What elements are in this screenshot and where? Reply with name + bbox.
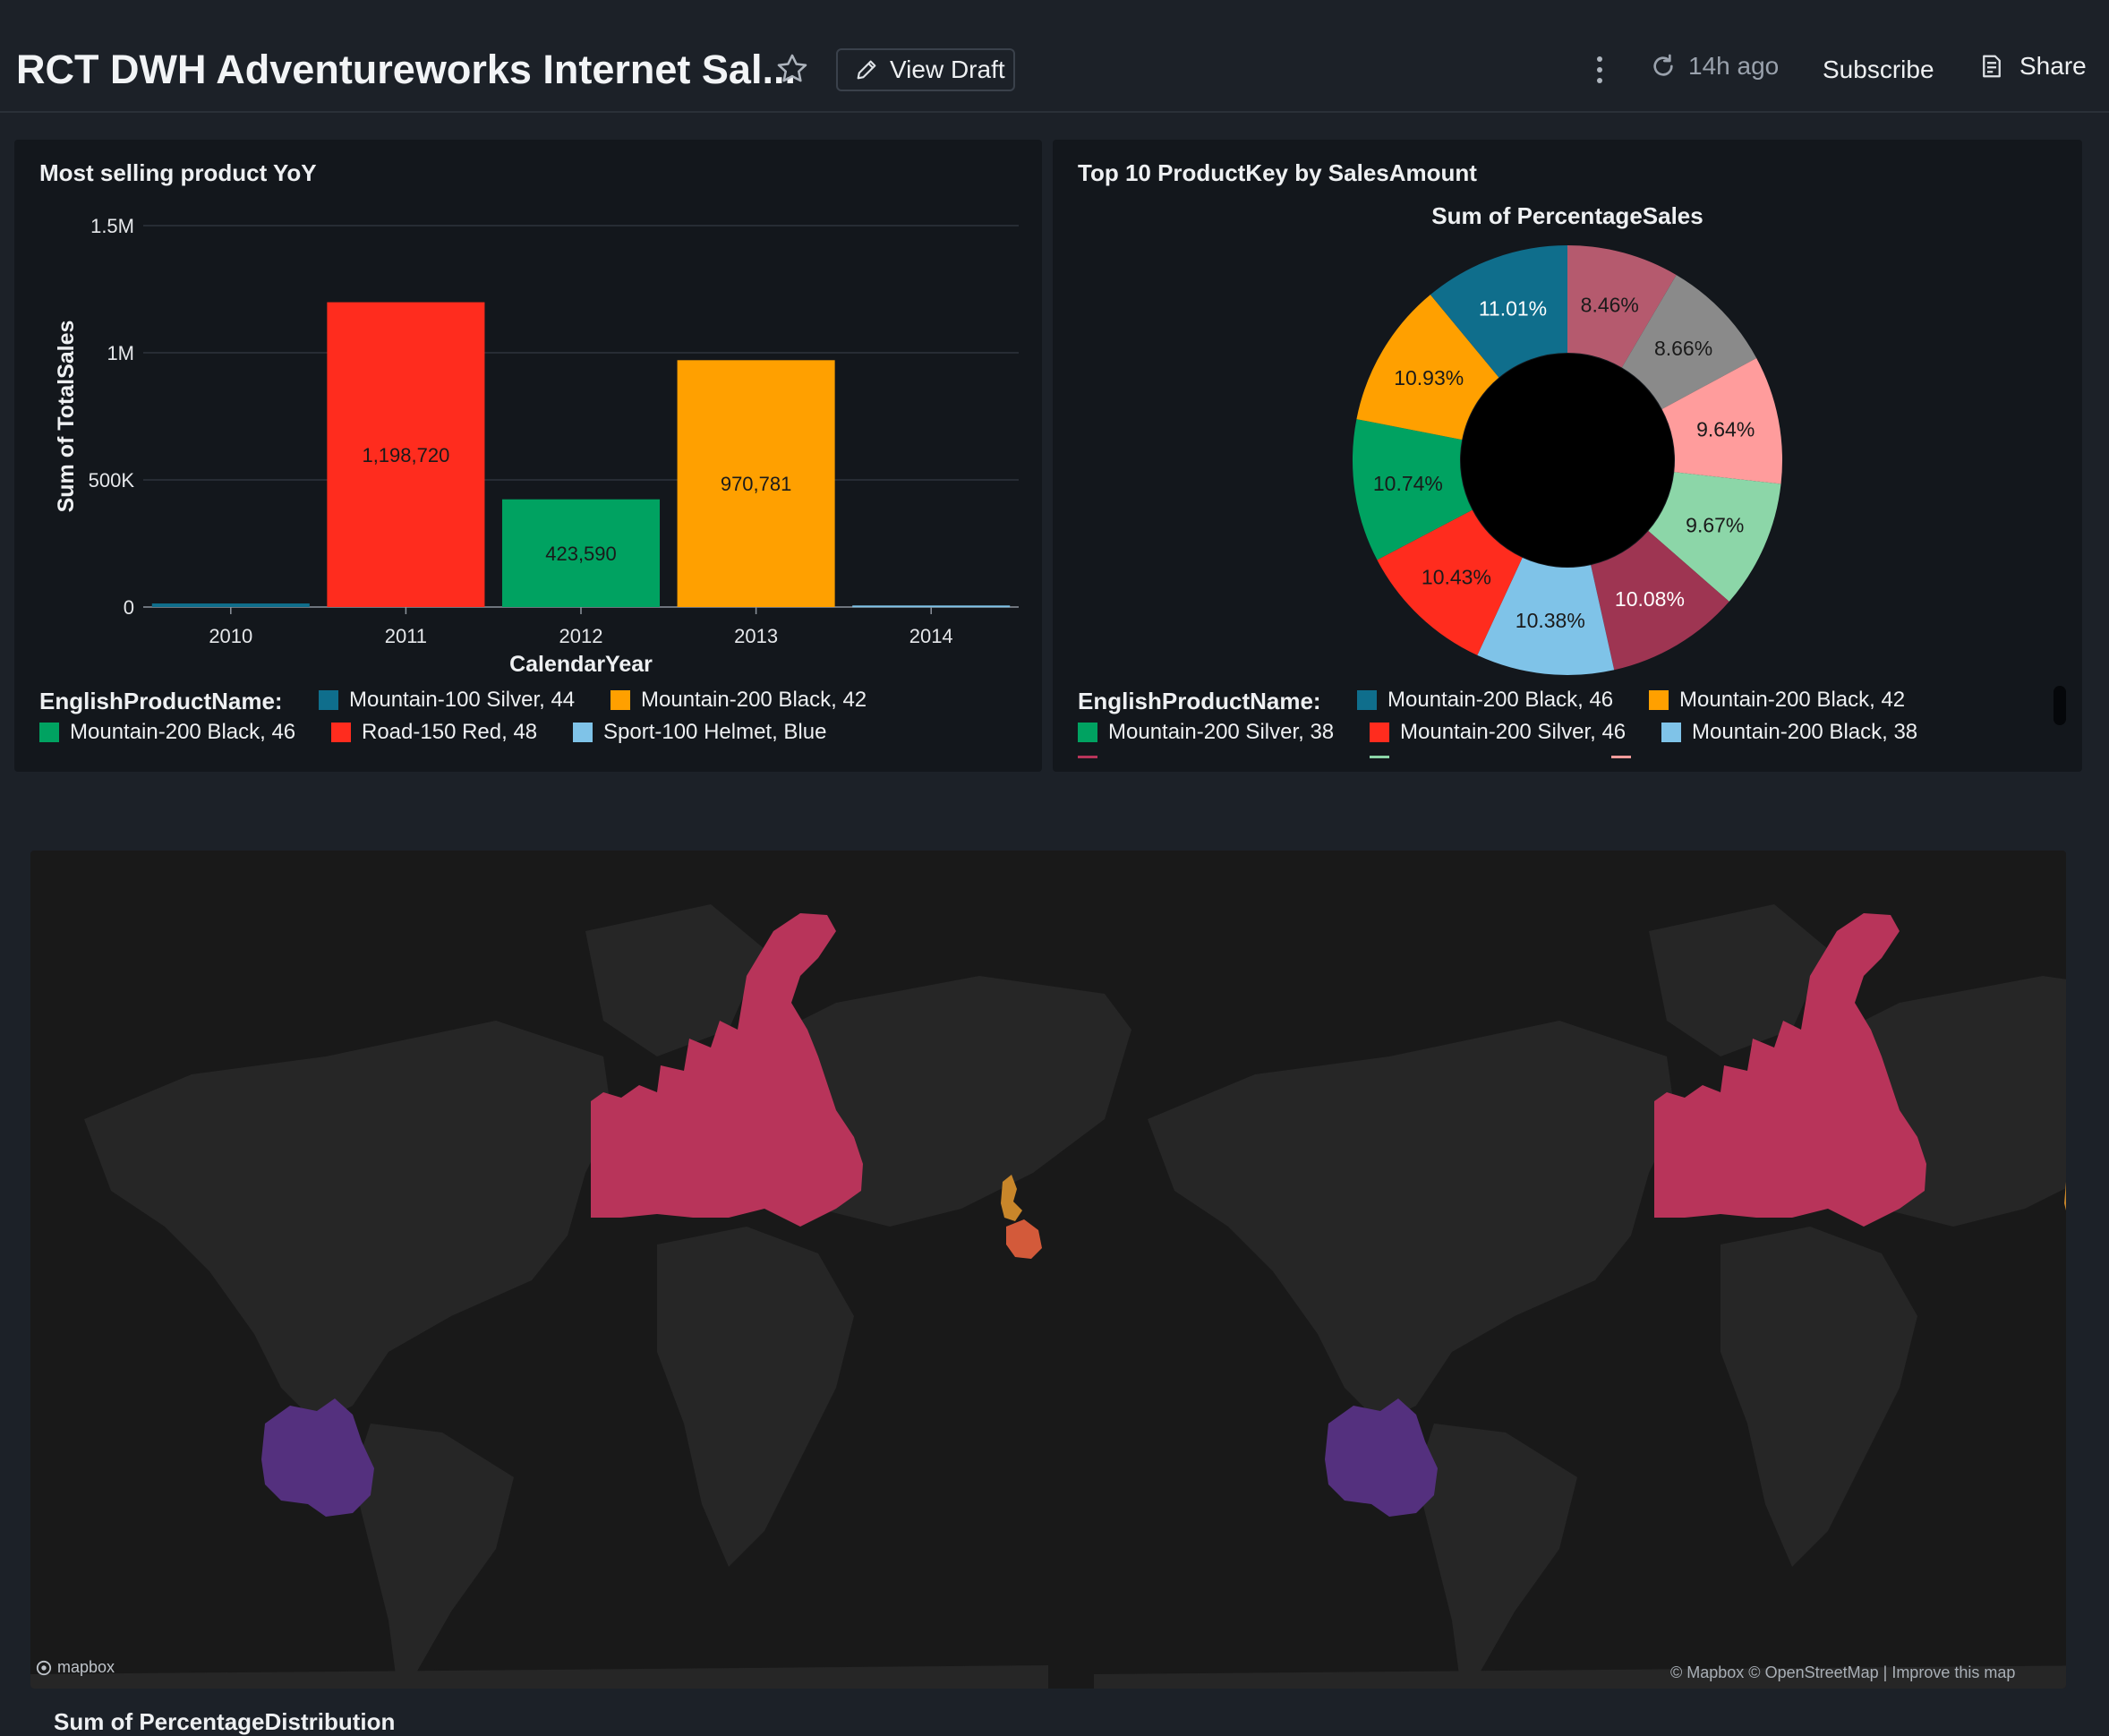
mapbox-icon — [36, 1660, 52, 1675]
view-draft-button[interactable]: View Draft — [836, 48, 1015, 91]
legend-item[interactable]: Road-150 Red, 48 — [331, 720, 537, 745]
pencil-icon — [857, 60, 876, 80]
legend-item[interactable]: Mountain-200 Black, 42 — [610, 688, 867, 713]
share-button[interactable]: Share — [1978, 52, 2087, 81]
legend-swatch — [1649, 690, 1669, 710]
last-refreshed-text: 14h ago — [1688, 52, 1780, 80]
legend-item-label: Mountain-200 Black, 46 — [70, 720, 296, 744]
subscribe-button[interactable]: Subscribe — [1823, 56, 1934, 84]
mapbox-logo-text: mapbox — [57, 1658, 115, 1676]
legend-swatch — [39, 723, 59, 742]
legend-swatch — [1078, 723, 1097, 742]
legend-item[interactable]: Mountain-200 Silver, 38 — [1078, 720, 1334, 745]
legend-swatch — [1370, 723, 1389, 742]
legend-item[interactable]: Mountain-200 Silver, 46 — [1370, 720, 1626, 745]
world-map[interactable] — [30, 851, 2066, 1689]
land-south-america — [353, 1424, 514, 1689]
legend-scrollbar[interactable] — [2054, 686, 2066, 725]
favorite-star-icon[interactable] — [775, 52, 809, 86]
legend-item-label: Mountain-200 Black, 42 — [641, 688, 867, 712]
share-icon — [1983, 55, 2001, 78]
dashboard-title: RCT DWH Adventureworks Internet Sal... — [16, 47, 796, 92]
legend-item[interactable]: Mountain-200 Black, 46 — [39, 720, 295, 745]
legend-overflow-mark — [1370, 756, 1389, 758]
legend-item-label: Mountain-200 Silver, 38 — [1108, 720, 1335, 744]
legend-item-label: Mountain-200 Black, 46 — [1388, 688, 1614, 712]
land-antarctica — [30, 1665, 1048, 1689]
legend-swatch — [610, 690, 630, 710]
legend-swatch — [331, 723, 351, 742]
donut-chart-legend: EnglishProductName: Mountain-200 Black, … — [1053, 140, 2082, 772]
legend-swatch — [1357, 690, 1377, 710]
region-uk — [1001, 1175, 1022, 1221]
legend-item[interactable]: Mountain-100 Silver, 44 — [319, 688, 575, 713]
bar-chart-panel: Most selling product YoY 0 500K 1M 1.5M 2010… — [14, 140, 1042, 772]
legend-item-label: Mountain-200 Silver, 46 — [1400, 720, 1627, 744]
world-copy-right — [1094, 904, 2066, 1689]
map-canvas — [30, 904, 2066, 1689]
legend-item-label: Sport-100 Helmet, Blue — [603, 720, 827, 744]
legend-swatch — [319, 690, 338, 710]
legend-swatch — [573, 723, 593, 742]
legend-swatch — [1661, 723, 1681, 742]
legend-overflow-mark — [1611, 756, 1631, 758]
map-attribution[interactable]: © Mapbox © OpenStreetMap | Improve this … — [1670, 1663, 2015, 1682]
legend-item[interactable]: Mountain-200 Black, 42 — [1649, 688, 1905, 713]
refresh-icon — [1653, 54, 1673, 76]
share-label: Share — [2019, 52, 2087, 80]
world-copy-left — [30, 904, 1131, 1689]
land-africa — [657, 1227, 854, 1567]
donut-chart-panel: Top 10 ProductKey by SalesAmount Sum of … — [1053, 140, 2082, 772]
legend-overflow-mark — [1078, 756, 1097, 758]
bar-chart-legend: EnglishProductName: Mountain-100 Silver,… — [14, 140, 1042, 772]
legend-label: EnglishProductName: — [39, 688, 283, 714]
distribution-panel-title: Sum of PercentageDistribution — [54, 1708, 396, 1735]
dashboard-header: RCT DWH Adventureworks Internet Sal... V… — [0, 0, 2109, 113]
region-france — [1006, 1219, 1042, 1259]
legend-item[interactable]: Mountain-200 Black, 38 — [1661, 720, 1917, 745]
view-draft-label: View Draft — [890, 56, 1005, 83]
more-options-icon[interactable] — [1586, 52, 1613, 88]
mapbox-logo[interactable]: mapbox — [36, 1658, 115, 1677]
land-north-america — [84, 1021, 612, 1424]
refresh-button[interactable]: 14h ago — [1649, 52, 1779, 81]
legend-item-label: Mountain-100 Silver, 44 — [349, 688, 576, 712]
legend-item-label: Mountain-200 Black, 42 — [1679, 688, 1906, 712]
legend-item-label: Road-150 Red, 48 — [362, 720, 538, 744]
legend-label: EnglishProductName: — [1078, 688, 1321, 714]
region-australia — [261, 1398, 374, 1517]
legend-item-label: Mountain-200 Black, 38 — [1692, 720, 1918, 744]
legend-item[interactable]: Mountain-200 Black, 46 — [1357, 688, 1613, 713]
legend-item[interactable]: Sport-100 Helmet, Blue — [573, 720, 826, 745]
